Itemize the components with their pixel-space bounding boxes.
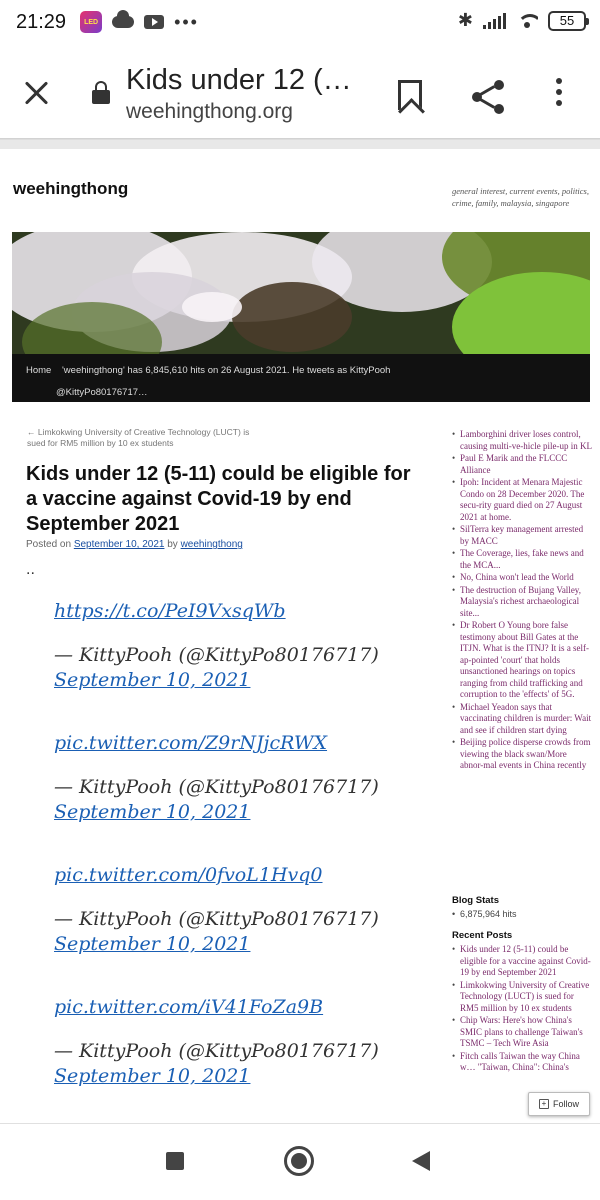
tweet-embed: https://t.co/PeI9VxsqWb	[54, 599, 394, 624]
tweet-author: — KittyPooh (@KittyPo80176717)	[54, 1040, 379, 1062]
post-ellipsis: ..	[26, 561, 35, 578]
tweet-date-link[interactable]: September 10, 2021	[54, 1065, 250, 1087]
sidebar-top-post-link[interactable]: Beijing police disperse crowds from view…	[452, 737, 592, 772]
tweet-date-link[interactable]: September 10, 2021	[54, 933, 250, 955]
page-title[interactable]: Kids under 12 (…	[126, 64, 352, 97]
notification-icons: LED •••	[80, 10, 199, 33]
browser-toolbar: Kids under 12 (… weehingthong.org	[0, 44, 600, 140]
status-time: 21:29	[16, 10, 67, 33]
page-url[interactable]: weehingthong.org	[126, 100, 293, 124]
site-description: general interest, current events, politi…	[452, 186, 589, 208]
tweet-attribution: — KittyPooh (@KittyPo80176717) September…	[54, 775, 394, 825]
author-link[interactable]: weehingthong	[181, 539, 243, 550]
web-content[interactable]: weehingthong general interest, current e…	[0, 141, 600, 1123]
share-icon[interactable]	[472, 80, 506, 114]
tweet-author: — KittyPooh (@KittyPo80176717)	[54, 644, 379, 666]
more-notifications-icon: •••	[174, 11, 199, 32]
tweet-date-link[interactable]: September 10, 2021	[54, 669, 250, 691]
sidebar-top-post-link[interactable]: SilTerra key management arrested by MACC	[452, 524, 592, 547]
sidebar-recent-post-link[interactable]: Limkokwing University of Creative Techno…	[452, 980, 592, 1015]
sidebar-recent-post-link[interactable]: Chip Wars: Here's how China's SMIC plans…	[452, 1015, 592, 1050]
wifi-icon	[516, 13, 538, 29]
by-label: by	[167, 539, 178, 550]
tweet-link[interactable]: https://t.co/PeI9VxsqWb	[54, 600, 286, 622]
nav-handle[interactable]: @KittyPo80176717…	[56, 382, 148, 404]
sidebar-top-post-link[interactable]: Paul E Marik and the FLCCC Alliance	[452, 453, 592, 476]
back-icon[interactable]	[412, 1151, 430, 1171]
tweet-link[interactable]: pic.twitter.com/0fvoL1Hvq0	[54, 864, 323, 886]
youtube-icon	[144, 15, 165, 29]
sidebar-recent-post-link[interactable]: Kids under 12 (5-11) could be eligible f…	[452, 944, 592, 979]
tweet-date-link[interactable]: September 10, 2021	[54, 801, 250, 823]
recents-icon[interactable]	[166, 1152, 184, 1170]
post-title: Kids under 12 (5-11) could be eligible f…	[26, 463, 411, 535]
site-title[interactable]: weehingthong	[13, 179, 128, 199]
tweet-author: — KittyPooh (@KittyPo80176717)	[54, 908, 379, 930]
system-icons: ✱ 55	[457, 10, 589, 31]
tweet-link[interactable]: pic.twitter.com/Z9rNJjcRWX	[54, 732, 327, 754]
tweet-author: — KittyPooh (@KittyPo80176717)	[54, 776, 379, 798]
tweet-link[interactable]: pic.twitter.com/iV41FoZa9B	[54, 996, 323, 1018]
tweet-attribution: — KittyPooh (@KittyPo80176717) September…	[54, 907, 394, 957]
sidebar-recent-posts: Kids under 12 (5-11) could be eligible f…	[452, 944, 592, 1075]
header-banner-image	[12, 232, 590, 354]
sidebar-top-post-link[interactable]: The Coverage, lies, fake news and the MC…	[452, 548, 592, 571]
sidebar-top-post-link[interactable]: Michael Yeadon says that vaccinating chi…	[452, 702, 592, 737]
follow-icon: +	[538, 1099, 549, 1109]
sidebar-top-post-link[interactable]: The destruction of Bujang Valley, Malays…	[452, 585, 592, 620]
sidebar-top-post-link[interactable]: Dr Robert O Young bore false testimony a…	[452, 620, 592, 701]
post-meta: Posted on September 10, 2021 by weehingt…	[26, 539, 243, 550]
sidebar-top-post-link[interactable]: Lamborghini driver loses control, causin…	[452, 429, 592, 452]
follow-button[interactable]: + Follow	[528, 1092, 590, 1116]
sidebar-top-post-link[interactable]: No, China won't lead the World	[452, 572, 592, 584]
sidebar-top-post-link[interactable]: Ipoh: Incident at Menara Majestic Condo …	[452, 477, 592, 523]
more-icon[interactable]	[556, 78, 562, 106]
status-bar: 21:29 LED ••• ✱ 55	[0, 0, 600, 44]
tweet-attribution: — KittyPooh (@KittyPo80176717) September…	[54, 643, 394, 693]
close-icon[interactable]	[22, 78, 52, 108]
page-body: weehingthong general interest, current e…	[0, 149, 600, 1123]
bluetooth-icon: ✱	[457, 10, 473, 30]
previous-post-link[interactable]: ← Limkokwing University of Creative Tech…	[27, 427, 257, 449]
sidebar-top-posts: Lamborghini driver loses control, causin…	[452, 429, 592, 773]
system-navigation-bar	[0, 1123, 600, 1200]
tweet-embed: pic.twitter.com/iV41FoZa9B	[54, 995, 394, 1020]
signal-icon	[483, 12, 506, 29]
tweet-attribution: — KittyPooh (@KittyPo80176717) September…	[54, 1039, 394, 1089]
sidebar-recent-post-link[interactable]: Fitch calls Taiwan the way China w… "Tai…	[452, 1051, 592, 1074]
nav-home[interactable]: Home	[26, 360, 51, 382]
blog-stats-heading: Blog Stats	[452, 895, 499, 906]
tweet-embed: pic.twitter.com/0fvoL1Hvq0	[54, 863, 394, 888]
bookmark-icon[interactable]	[398, 80, 422, 110]
blog-stats-value: 6,875,964 hits	[452, 909, 517, 919]
recent-posts-heading: Recent Posts	[452, 930, 513, 941]
follow-label: Follow	[552, 1099, 579, 1109]
tweet-embed: pic.twitter.com/Z9rNJjcRWX	[54, 731, 394, 756]
home-icon[interactable]	[284, 1146, 314, 1176]
led-app-icon: LED	[80, 11, 103, 33]
cloud-icon	[112, 10, 135, 28]
posted-on-label: Posted on	[26, 539, 72, 550]
post-date-link[interactable]: September 10, 2021	[74, 539, 165, 550]
nav-hits-page[interactable]: 'weehingthong' has 6,845,610 hits on 26 …	[62, 360, 390, 382]
lock-icon[interactable]	[92, 81, 110, 104]
battery-icon: 55	[548, 10, 589, 31]
site-nav: Home 'weehingthong' has 6,845,610 hits o…	[12, 354, 590, 402]
